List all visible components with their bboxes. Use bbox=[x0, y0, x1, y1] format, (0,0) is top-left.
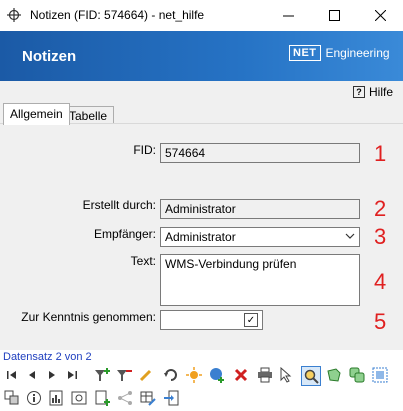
acknowledged-field[interactable]: ✓ bbox=[160, 310, 263, 330]
previous-record-button[interactable] bbox=[23, 366, 41, 384]
last-record-button[interactable] bbox=[63, 366, 81, 384]
cursor-select-icon bbox=[280, 367, 292, 383]
web-add-button[interactable] bbox=[208, 366, 226, 384]
picture-icon bbox=[71, 391, 87, 405]
info-button[interactable] bbox=[25, 389, 43, 407]
network-button[interactable] bbox=[116, 389, 134, 407]
tab-allgemein[interactable]: Allgemein bbox=[3, 103, 70, 125]
help-label: Hilfe bbox=[368, 85, 393, 99]
document-add-icon bbox=[95, 390, 110, 406]
delete-button[interactable] bbox=[232, 366, 250, 384]
blue-select-icon bbox=[372, 367, 388, 383]
toolbar-row-1 bbox=[0, 366, 403, 386]
record-status: Datensatz 2 von 2 bbox=[3, 351, 92, 363]
maximize-button[interactable] bbox=[311, 0, 357, 31]
green-polygon-icon bbox=[327, 368, 341, 382]
logo-box: NET bbox=[289, 45, 321, 61]
add-filter-icon bbox=[95, 368, 110, 381]
highlight-button[interactable] bbox=[185, 366, 203, 384]
net-engineering-logo: NET Engineering bbox=[289, 45, 390, 61]
next-record-icon bbox=[49, 371, 55, 379]
next-record-button[interactable] bbox=[43, 366, 61, 384]
recipient-label: Empfänger: bbox=[93, 227, 156, 241]
zoom-icon bbox=[304, 369, 319, 384]
edit-button[interactable] bbox=[137, 366, 155, 384]
feature-button[interactable] bbox=[325, 366, 343, 384]
first-record-button[interactable] bbox=[3, 366, 21, 384]
statistics-button[interactable] bbox=[47, 389, 65, 407]
marker-2: 2 bbox=[374, 196, 387, 221]
import-icon bbox=[164, 390, 179, 406]
banner-heading: Notizen bbox=[22, 48, 77, 65]
picture-button[interactable] bbox=[70, 389, 88, 407]
maximize-icon bbox=[328, 10, 340, 21]
logo-text: Engineering bbox=[325, 46, 390, 60]
minimize-button[interactable] bbox=[265, 0, 311, 31]
created-by-field: Administrator bbox=[160, 199, 360, 219]
marker-3: 3 bbox=[374, 224, 387, 249]
info-icon bbox=[27, 391, 41, 405]
table-edit-button[interactable] bbox=[139, 389, 157, 407]
pencil-icon bbox=[139, 369, 152, 382]
table-edit-icon bbox=[140, 391, 156, 406]
tab-strip: Allgemein Tabelle bbox=[0, 103, 403, 125]
help-icon: ? bbox=[352, 86, 365, 98]
printer-icon bbox=[258, 367, 272, 383]
help-bar: ? Hilfe bbox=[0, 81, 403, 103]
remove-filter-icon bbox=[117, 370, 132, 381]
select-button[interactable] bbox=[278, 366, 296, 384]
window-title: Notizen (FID: 574664) - net_hilfe bbox=[30, 8, 205, 22]
delete-x-icon bbox=[234, 368, 248, 382]
chart-doc-icon bbox=[49, 390, 63, 406]
title-bar: Notizen (FID: 574664) - net_hilfe bbox=[0, 0, 403, 31]
sun-icon bbox=[186, 367, 202, 383]
close-icon bbox=[374, 10, 386, 21]
green-copy-icon bbox=[349, 367, 365, 383]
text-area[interactable]: WMS-Verbindung prüfen bbox=[160, 254, 360, 306]
chevron-down-icon bbox=[345, 233, 355, 239]
globe-add-icon bbox=[210, 368, 224, 383]
marker-1: 1 bbox=[374, 141, 387, 166]
acknowledged-label: Zur Kenntnis genommen: bbox=[21, 310, 156, 324]
recipient-dropdown[interactable]: Administrator bbox=[160, 227, 360, 247]
marker-5: 5 bbox=[374, 309, 387, 334]
help-button[interactable]: ? Hilfe bbox=[352, 85, 393, 99]
fid-label: FID: bbox=[133, 143, 156, 157]
network-icon bbox=[118, 391, 132, 405]
marker-4: 4 bbox=[374, 269, 387, 294]
zoom-button[interactable] bbox=[301, 366, 321, 386]
select-feature-button[interactable] bbox=[371, 366, 389, 384]
recipient-value: Administrator bbox=[165, 230, 236, 244]
toolbar-row-2 bbox=[0, 389, 403, 409]
add-document-button[interactable] bbox=[93, 389, 111, 407]
refresh-icon bbox=[164, 369, 177, 381]
add-filter-button[interactable] bbox=[93, 366, 111, 384]
refresh-button[interactable] bbox=[162, 366, 180, 384]
minimize-icon bbox=[282, 15, 294, 17]
check-icon: ✓ bbox=[246, 314, 256, 326]
layer-button[interactable] bbox=[3, 389, 21, 407]
previous-record-icon bbox=[29, 371, 35, 379]
created-by-label: Erstellt durch: bbox=[82, 198, 156, 212]
layers-icon bbox=[4, 390, 19, 405]
first-record-icon bbox=[7, 371, 16, 379]
last-record-icon bbox=[68, 371, 77, 379]
fid-field: 574664 bbox=[160, 143, 360, 163]
print-button[interactable] bbox=[256, 366, 274, 384]
crosshair-app-icon bbox=[7, 8, 21, 22]
remove-filter-button[interactable] bbox=[115, 366, 133, 384]
acknowledged-checkbox[interactable]: ✓ bbox=[244, 313, 258, 327]
close-button[interactable] bbox=[357, 0, 403, 31]
import-button[interactable] bbox=[162, 389, 180, 407]
text-label: Text: bbox=[130, 254, 156, 268]
copy-feature-button[interactable] bbox=[348, 366, 366, 384]
header-banner: Notizen NET Engineering bbox=[0, 31, 403, 81]
form-panel: FID: 574664 1 Erstellt durch: Administra… bbox=[0, 123, 403, 350]
